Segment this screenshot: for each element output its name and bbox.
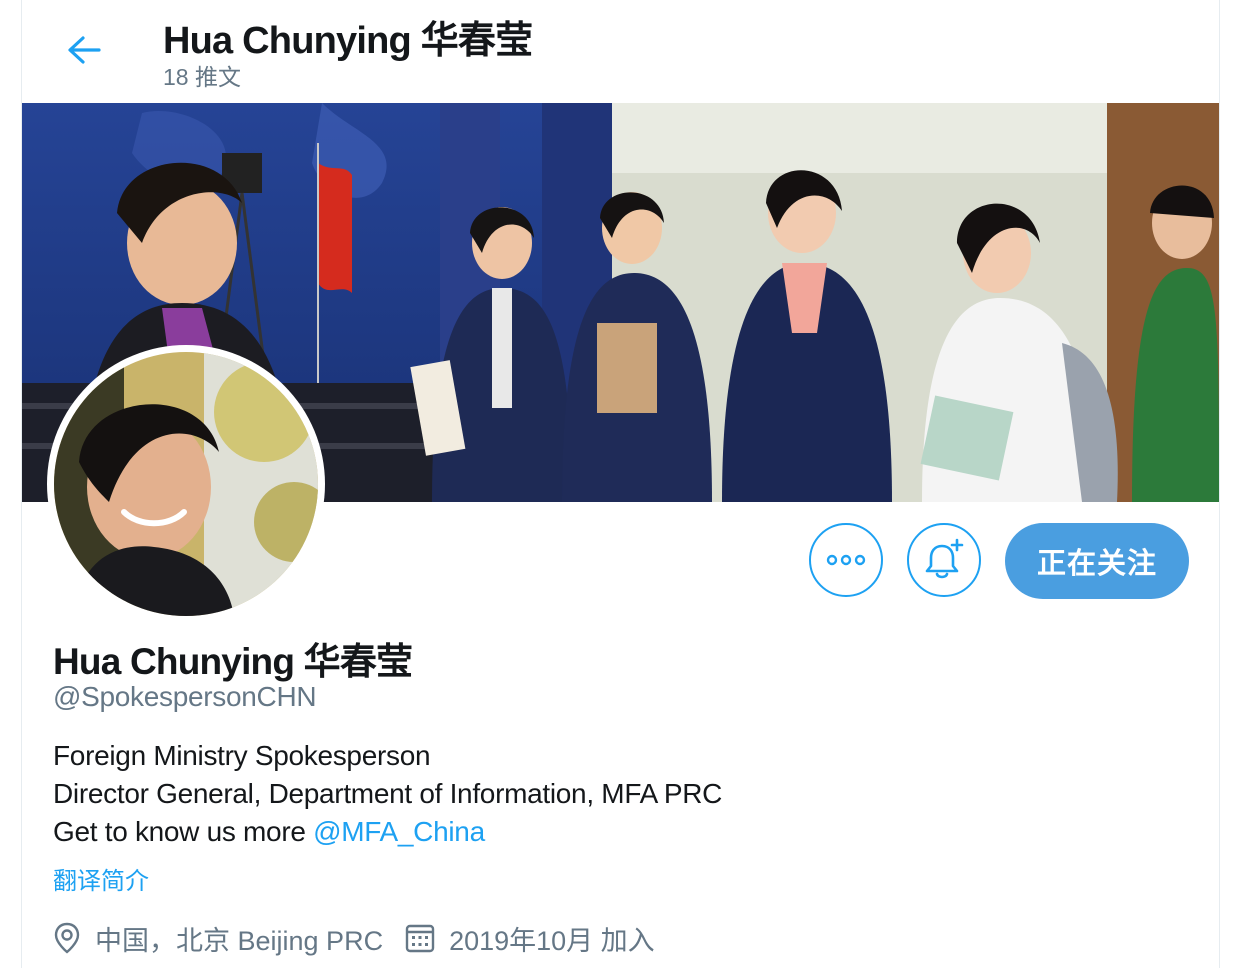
profile-column: Hua Chunying 华春莹 18 推文 正在关注 Hua Chunying… [21, 0, 1220, 968]
joined-item: 2019年10月 加入 [405, 919, 655, 958]
profile-handle: @SpokespersonCHN [53, 681, 317, 712]
map-pin-icon [54, 922, 80, 954]
bio-line: Get to know us more @MFA_China [53, 813, 722, 851]
calendar-icon [405, 924, 435, 953]
profile-header: Hua Chunying 华春莹 18 推文 [22, 0, 1219, 102]
more-button[interactable] [809, 523, 883, 597]
location-text: 中国，北京 Beijing PRC [95, 925, 384, 956]
avatar-photo [54, 352, 318, 616]
profile-name: Hua Chunying 华春莹 [53, 641, 413, 682]
bell-plus-icon [925, 538, 964, 579]
bio-text: Get to know us more [53, 816, 314, 847]
bio-line: Foreign Ministry Spokesperson [53, 740, 431, 771]
more-dots-icon [826, 554, 866, 566]
back-button[interactable] [62, 28, 106, 72]
arrow-left-icon [68, 36, 101, 64]
joined-text: 2019年10月 加入 [449, 925, 655, 956]
tweet-count: 18 推文 [163, 64, 241, 90]
following-button[interactable]: 正在关注 [1005, 523, 1189, 599]
profile-avatar[interactable] [47, 345, 325, 623]
header-title: Hua Chunying 华春莹 [163, 20, 533, 62]
translate-bio-link[interactable]: 翻译简介 [53, 861, 149, 896]
bio-line: Director General, Department of Informat… [53, 778, 723, 809]
location-item: 中国，北京 Beijing PRC [53, 919, 383, 958]
mention-link[interactable]: @MFA_China [313, 816, 485, 847]
notifications-button[interactable] [907, 523, 981, 597]
profile-bio: Foreign Ministry Spokesperson Director G… [53, 737, 722, 851]
profile-meta: 中国，北京 Beijing PRC 2019年10月 加入 [53, 918, 677, 958]
